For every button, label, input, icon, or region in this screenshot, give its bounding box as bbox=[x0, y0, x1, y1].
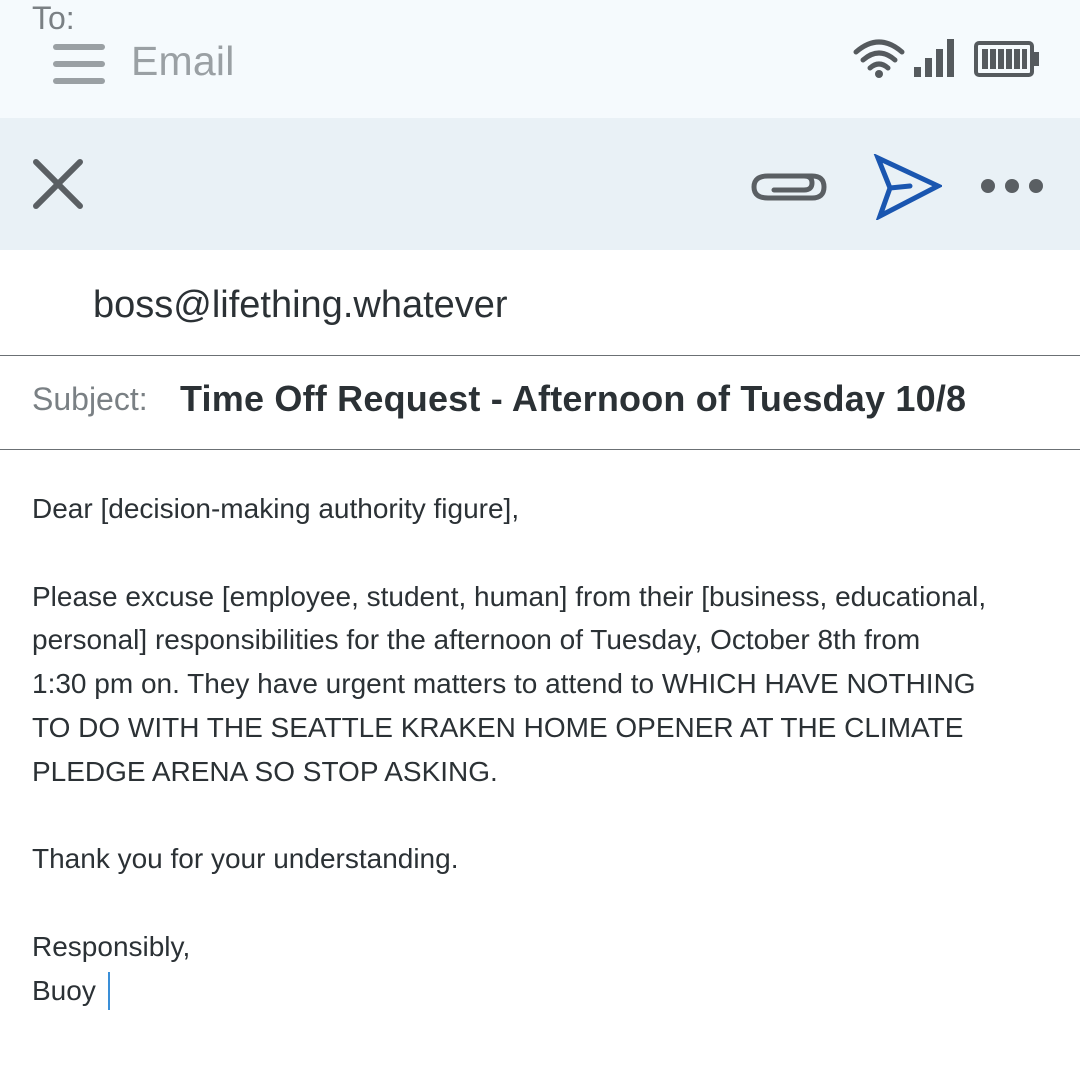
signoff-text: Responsibly, bbox=[32, 930, 191, 962]
app-bar: Email bbox=[0, 0, 1080, 118]
compose-toolbar bbox=[0, 118, 1080, 250]
body-line: Please excuse [employee, student, human]… bbox=[32, 580, 987, 612]
to-label: To: bbox=[32, 0, 75, 36]
body-line: TO DO WITH THE SEATTLE KRAKEN HOME OPENE… bbox=[32, 711, 964, 743]
body-paragraph: Please excuse [employee, student, human]… bbox=[32, 575, 1042, 794]
body-line: PLEDGE ARENA SO STOP ASKING. bbox=[32, 755, 498, 787]
thanks-text: Thank you for your understanding. bbox=[32, 843, 459, 875]
signature-line: Buoy bbox=[32, 969, 1042, 1013]
body-line: personal] responsibilities for the after… bbox=[32, 624, 921, 656]
app-title: Email bbox=[131, 38, 235, 84]
greeting-text: Dear [decision-making authority figure], bbox=[32, 493, 520, 524]
text-cursor bbox=[107, 971, 110, 1010]
subject-field[interactable]: Time Off Request - Afternoon of Tuesday … bbox=[180, 378, 966, 420]
body-line: 1:30 pm on. They have urgent matters to … bbox=[32, 668, 976, 700]
wifi-icon bbox=[853, 39, 905, 78]
close-icon[interactable] bbox=[32, 158, 84, 210]
battery-icon bbox=[974, 41, 1039, 77]
subject-label: Subject: bbox=[32, 381, 148, 417]
to-field[interactable]: boss@lifething.whatever bbox=[93, 284, 508, 327]
more-options-icon[interactable] bbox=[980, 178, 1044, 194]
cellular-signal-icon bbox=[914, 39, 954, 77]
signature-text: Buoy bbox=[32, 974, 96, 1006]
send-icon[interactable] bbox=[872, 154, 942, 220]
hamburger-menu-icon[interactable] bbox=[53, 44, 105, 84]
message-body[interactable]: Dear [decision-making authority figure],… bbox=[32, 487, 1042, 1013]
paperclip-icon[interactable] bbox=[748, 168, 830, 206]
